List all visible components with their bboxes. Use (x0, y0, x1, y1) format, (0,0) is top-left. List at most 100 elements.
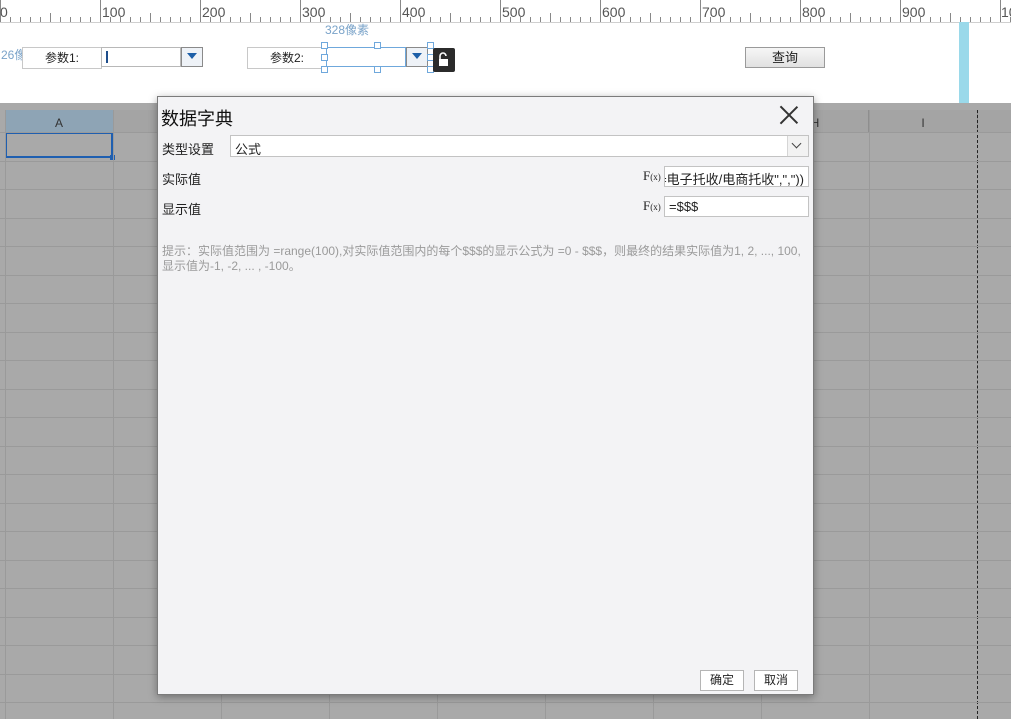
display-value-formula-text: =$$$ (669, 199, 699, 214)
ruler-minor-tick (780, 17, 781, 22)
formula-icon[interactable]: F(x) (643, 168, 661, 184)
param1-dropdown-icon[interactable] (181, 47, 203, 67)
cancel-button[interactable]: 取消 (754, 670, 798, 691)
param2-label[interactable]: 参数2: (247, 47, 327, 69)
param2-dropdown-icon[interactable] (406, 47, 428, 67)
grid-row-line (0, 702, 1011, 703)
type-select[interactable]: 公式 (230, 135, 809, 157)
ruler-minor-tick (930, 17, 931, 22)
ruler-minor-tick (260, 17, 261, 22)
ruler-minor-tick (670, 17, 671, 22)
ruler-label-200: 200 (202, 4, 226, 20)
ruler-minor-tick (990, 17, 991, 22)
param1-label[interactable]: 参数1: (22, 47, 102, 69)
ruler-minor-tick (630, 17, 631, 22)
ruler-tick (900, 0, 901, 22)
ruler-minor-tick (380, 17, 381, 22)
resize-handle[interactable] (321, 66, 328, 73)
ruler-minor-tick (660, 17, 661, 22)
ruler-minor-tick (720, 17, 721, 22)
ruler-minor-tick (50, 13, 51, 22)
ruler-minor-tick (440, 17, 441, 22)
selected-cell[interactable] (5, 132, 115, 160)
ruler-label-0: 0 (0, 4, 8, 20)
ruler-label-700: 700 (702, 4, 726, 20)
ruler-minor-tick (130, 17, 131, 22)
ruler-minor-tick (470, 17, 471, 22)
ruler-label-300: 300 (302, 4, 326, 20)
ruler-minor-tick (580, 17, 581, 22)
ruler-minor-tick (570, 17, 571, 22)
ruler-minor-tick (460, 17, 461, 22)
data-dictionary-dialog: 数据字典 类型设置 公式 实际值 F(x) =电子托收/电商托收",",")) … (157, 96, 814, 695)
ruler-minor-tick (270, 17, 271, 22)
actual-value-formula-text: =电子托收/电商托收",",")) (664, 172, 804, 187)
column-header-i[interactable]: I (869, 110, 978, 132)
ruler-minor-tick (290, 17, 291, 22)
ruler-minor-tick (940, 17, 941, 22)
ruler-minor-tick (730, 17, 731, 22)
resize-handle[interactable] (374, 66, 381, 73)
ruler-minor-tick (60, 17, 61, 22)
ruler-label-800: 800 (802, 4, 826, 20)
ruler-minor-tick (190, 17, 191, 22)
dialog-title: 数据字典 (161, 109, 233, 129)
ruler-tick (500, 0, 501, 22)
close-icon[interactable] (776, 102, 802, 128)
column-header[interactable] (978, 110, 1011, 132)
ruler-tick (200, 0, 201, 22)
ruler-minor-tick (640, 17, 641, 22)
resize-handle[interactable] (374, 42, 381, 49)
ruler-minor-tick (450, 13, 451, 22)
ruler-minor-tick (620, 17, 621, 22)
page-break-line (977, 110, 978, 719)
ruler-tick (400, 0, 401, 22)
ok-button[interactable]: 确定 (700, 670, 744, 691)
ruler-minor-tick (760, 17, 761, 22)
query-button[interactable]: 查询 (745, 47, 825, 68)
chevron-down-icon[interactable] (787, 136, 808, 156)
ruler-minor-tick (140, 17, 141, 22)
ruler-minor-tick (970, 17, 971, 22)
text-caret (106, 51, 108, 63)
ruler-minor-tick (530, 17, 531, 22)
param2-input[interactable] (326, 47, 406, 67)
ruler-minor-tick (840, 17, 841, 22)
parameter-pane: 26像素 328像素 参数1: 参数2: 查询 (0, 23, 1011, 103)
ruler-minor-tick (520, 17, 521, 22)
ruler-minor-tick (870, 17, 871, 22)
ruler-minor-tick (310, 17, 311, 22)
ruler-minor-tick (90, 17, 91, 22)
ruler-minor-tick (10, 17, 11, 22)
param1-input[interactable] (101, 47, 181, 67)
ruler-tick (300, 0, 301, 22)
ruler-minor-tick (860, 17, 861, 22)
formula-icon[interactable]: F(x) (643, 198, 661, 214)
hint-text: 提示：实际值范围为 =range(100),对实际值范围内的每个$$$的显示公式… (162, 244, 801, 273)
ruler-tick (600, 0, 601, 22)
resize-handle[interactable] (321, 54, 328, 61)
ruler-minor-tick (120, 17, 121, 22)
grid-column-line (113, 110, 114, 719)
column-header-a[interactable]: A (5, 110, 114, 132)
ruler-minor-tick (230, 17, 231, 22)
display-value-formula-input[interactable]: =$$$ (664, 196, 809, 217)
ruler-minor-tick (420, 17, 421, 22)
pane-resize-bar[interactable] (959, 22, 969, 103)
ruler-minor-tick (390, 17, 391, 22)
ruler-minor-tick (180, 17, 181, 22)
lock-button[interactable] (433, 48, 455, 72)
ruler-minor-tick (20, 17, 21, 22)
ruler-minor-tick (920, 17, 921, 22)
resize-handle[interactable] (321, 42, 328, 49)
ruler-minor-tick (250, 13, 251, 22)
ruler-minor-tick (40, 17, 41, 22)
grid-column-line (5, 110, 6, 719)
ruler-label-600: 600 (602, 4, 626, 20)
ruler-tick (800, 0, 801, 22)
ruler-minor-tick (280, 17, 281, 22)
ruler-minor-tick (830, 17, 831, 22)
actual-value-formula-input[interactable]: =电子托收/电商托收",",")) (664, 166, 809, 187)
ruler-minor-tick (510, 17, 511, 22)
ruler-minor-tick (980, 17, 981, 22)
